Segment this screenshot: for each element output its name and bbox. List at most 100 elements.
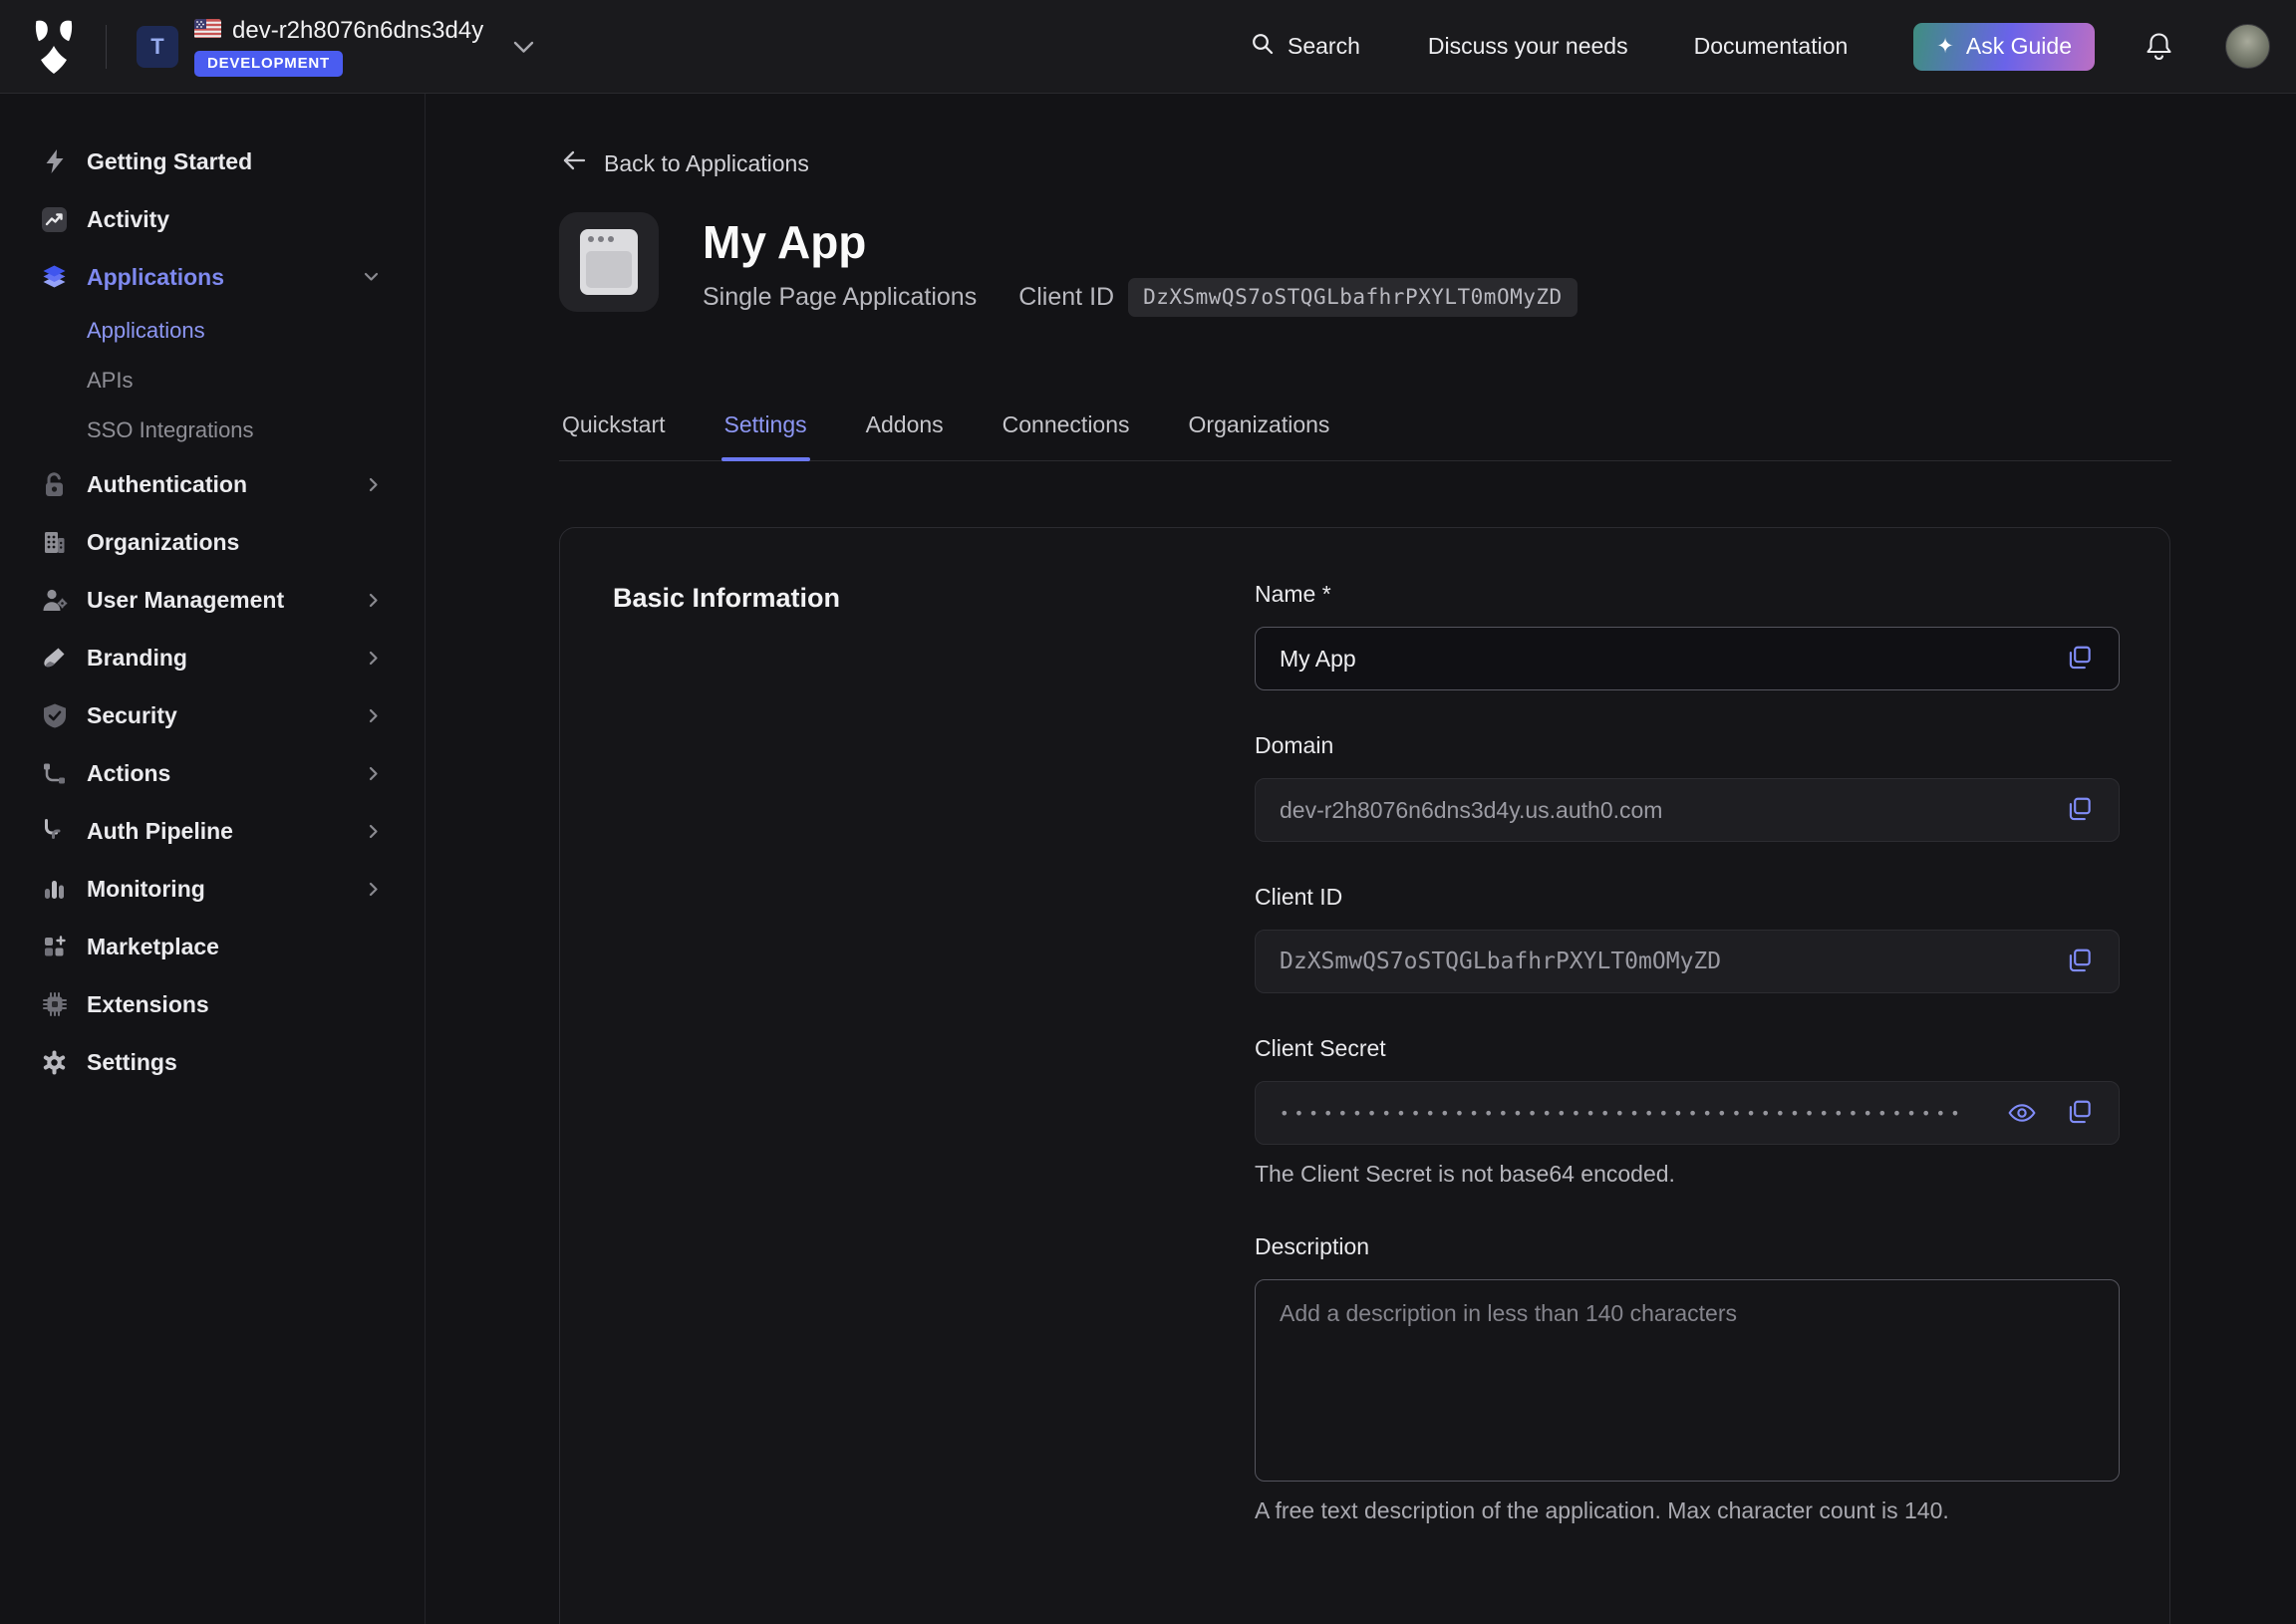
- sidebar-item-authentication[interactable]: Authentication: [0, 455, 425, 513]
- client-id-value: DzXSmwQS7oSTQGLbafhrPXYLT0mOMyZD: [1280, 948, 1721, 974]
- lightning-bolt-icon: [41, 148, 68, 175]
- chevron-right-icon: [369, 651, 379, 666]
- basic-information-card: Basic Information Name * Domain dev-r2h8…: [559, 527, 2170, 1624]
- discuss-your-needs-link[interactable]: Discuss your needs: [1428, 33, 1628, 60]
- gear-icon: [41, 1049, 68, 1076]
- grid-plus-icon: [41, 934, 68, 960]
- chevron-right-icon: [369, 882, 379, 897]
- reveal-secret-eye-button[interactable]: [2007, 1098, 2037, 1128]
- us-flag-icon: [194, 19, 221, 43]
- client-id-field-label: Client ID: [1255, 884, 2120, 912]
- sidebar-item-activity[interactable]: Activity: [0, 190, 425, 248]
- basic-information-form: Name * Domain dev-r2h8076n6dns3d4y.us.au…: [1255, 581, 2120, 1524]
- chevron-right-icon: [369, 593, 379, 608]
- chevron-right-icon: [369, 824, 379, 839]
- back-arrow-icon: [561, 149, 587, 177]
- client-id-field: DzXSmwQS7oSTQGLbafhrPXYLT0mOMyZD: [1255, 930, 2120, 993]
- description-textarea[interactable]: [1255, 1279, 2120, 1482]
- sidebar-item-security[interactable]: Security: [0, 686, 425, 744]
- paintbrush-icon: [41, 645, 68, 672]
- description-hint: A free text description of the applicati…: [1255, 1497, 2120, 1524]
- topbar: T dev-r2h8: [0, 0, 2296, 94]
- tab-connections[interactable]: Connections: [1000, 396, 1133, 460]
- sidebar-item-marketplace[interactable]: Marketplace: [0, 918, 425, 975]
- user-avatar[interactable]: [2225, 24, 2270, 69]
- shield-check-icon: [41, 702, 68, 729]
- page-title: My App: [703, 215, 866, 269]
- sidebar-item-auth-pipeline[interactable]: Auth Pipeline: [0, 802, 425, 860]
- documentation-link[interactable]: Documentation: [1694, 33, 1849, 60]
- topbar-divider: [106, 25, 107, 69]
- copy-client-id-button[interactable]: [2065, 947, 2095, 976]
- tenant-avatar: T: [137, 26, 178, 68]
- sidebar-item-settings[interactable]: Settings: [0, 1033, 425, 1091]
- sparkle-icon: ✦: [1936, 36, 1954, 57]
- sidebar-subitem-apis[interactable]: APIs: [0, 356, 425, 406]
- search-button[interactable]: Search: [1251, 32, 1360, 62]
- sidebar-subitem-applications[interactable]: Applications: [0, 306, 425, 356]
- copy-domain-button[interactable]: [2065, 795, 2095, 825]
- unlocked-padlock-icon: [41, 471, 68, 498]
- application-icon: [559, 212, 659, 312]
- client-id-label: Client ID: [1018, 283, 1114, 312]
- app-tabs: Quickstart Settings Addons Connections O…: [559, 396, 2171, 461]
- sidebar-item-getting-started[interactable]: Getting Started: [0, 133, 425, 190]
- main-content: Back to Applications My App Single Page …: [426, 94, 2296, 1624]
- chevron-down-icon: [364, 272, 379, 282]
- name-field: [1255, 627, 2120, 690]
- tenant-switcher[interactable]: T dev-r2h8: [137, 17, 534, 77]
- tenant-name: dev-r2h8076n6dns3d4y: [232, 17, 483, 45]
- search-label: Search: [1288, 33, 1360, 60]
- sidebar-item-actions[interactable]: Actions: [0, 744, 425, 802]
- notifications-bell-icon[interactable]: [2145, 31, 2173, 62]
- back-link-label: Back to Applications: [604, 150, 809, 177]
- sidebar: Getting Started Activity Applications Ap…: [0, 94, 426, 1624]
- section-heading: Basic Information: [613, 583, 840, 614]
- name-field-label: Name *: [1255, 581, 2120, 609]
- pipeline-arrow-icon: [41, 818, 68, 845]
- client-secret-masked-value: ••••••••••••••••••••••••••••••••••••••••…: [1280, 1104, 1991, 1123]
- domain-field: dev-r2h8076n6dns3d4y.us.auth0.com: [1255, 778, 2120, 842]
- name-input[interactable]: [1280, 646, 2065, 673]
- back-to-applications-link[interactable]: Back to Applications: [561, 149, 809, 177]
- tab-quickstart[interactable]: Quickstart: [559, 396, 669, 460]
- sidebar-item-monitoring[interactable]: Monitoring: [0, 860, 425, 918]
- tab-organizations[interactable]: Organizations: [1186, 396, 1333, 460]
- sidebar-item-applications[interactable]: Applications: [0, 248, 425, 306]
- auth0-logo-icon[interactable]: [26, 17, 82, 77]
- copy-client-secret-button[interactable]: [2065, 1098, 2095, 1128]
- sidebar-item-user-management[interactable]: User Management: [0, 571, 425, 629]
- browser-window-glyph: [580, 229, 638, 295]
- chip-icon: [41, 991, 68, 1018]
- domain-value: dev-r2h8076n6dns3d4y.us.auth0.com: [1280, 797, 1662, 824]
- chevron-down-icon: [513, 41, 534, 59]
- description-field-label: Description: [1255, 1233, 2120, 1261]
- client-secret-field: ••••••••••••••••••••••••••••••••••••••••…: [1255, 1081, 2120, 1145]
- sidebar-item-organizations[interactable]: Organizations: [0, 513, 425, 571]
- ask-guide-label: Ask Guide: [1966, 33, 2072, 60]
- tab-addons[interactable]: Addons: [863, 396, 947, 460]
- tab-settings[interactable]: Settings: [721, 396, 810, 460]
- copy-name-button[interactable]: [2065, 644, 2095, 674]
- domain-field-label: Domain: [1255, 732, 2120, 760]
- environment-badge: DEVELOPMENT: [194, 51, 343, 77]
- app-subtitle-row: Single Page Applications Client ID DzXSm…: [703, 278, 1578, 317]
- ask-guide-button[interactable]: ✦ Ask Guide: [1913, 23, 2095, 71]
- tenant-info: dev-r2h8076n6dns3d4y DEVELOPMENT: [194, 17, 483, 77]
- chevron-right-icon: [369, 477, 379, 492]
- flow-route-icon: [41, 760, 68, 787]
- sidebar-item-branding[interactable]: Branding: [0, 629, 425, 686]
- bar-chart-icon: [41, 876, 68, 903]
- app-type-label: Single Page Applications: [703, 283, 977, 312]
- client-secret-field-label: Client Secret: [1255, 1035, 2120, 1063]
- chevron-right-icon: [369, 766, 379, 781]
- search-icon: [1251, 32, 1275, 62]
- building-icon: [41, 529, 68, 556]
- client-secret-note: The Client Secret is not base64 encoded.: [1255, 1161, 2120, 1188]
- user-gear-icon: [41, 587, 68, 614]
- client-id-badge[interactable]: DzXSmwQS7oSTQGLbafhrPXYLT0mOMyZD: [1128, 278, 1578, 317]
- layers-icon: [41, 264, 68, 291]
- sidebar-subitem-sso-integrations[interactable]: SSO Integrations: [0, 406, 425, 455]
- chevron-right-icon: [369, 708, 379, 723]
- sidebar-item-extensions[interactable]: Extensions: [0, 975, 425, 1033]
